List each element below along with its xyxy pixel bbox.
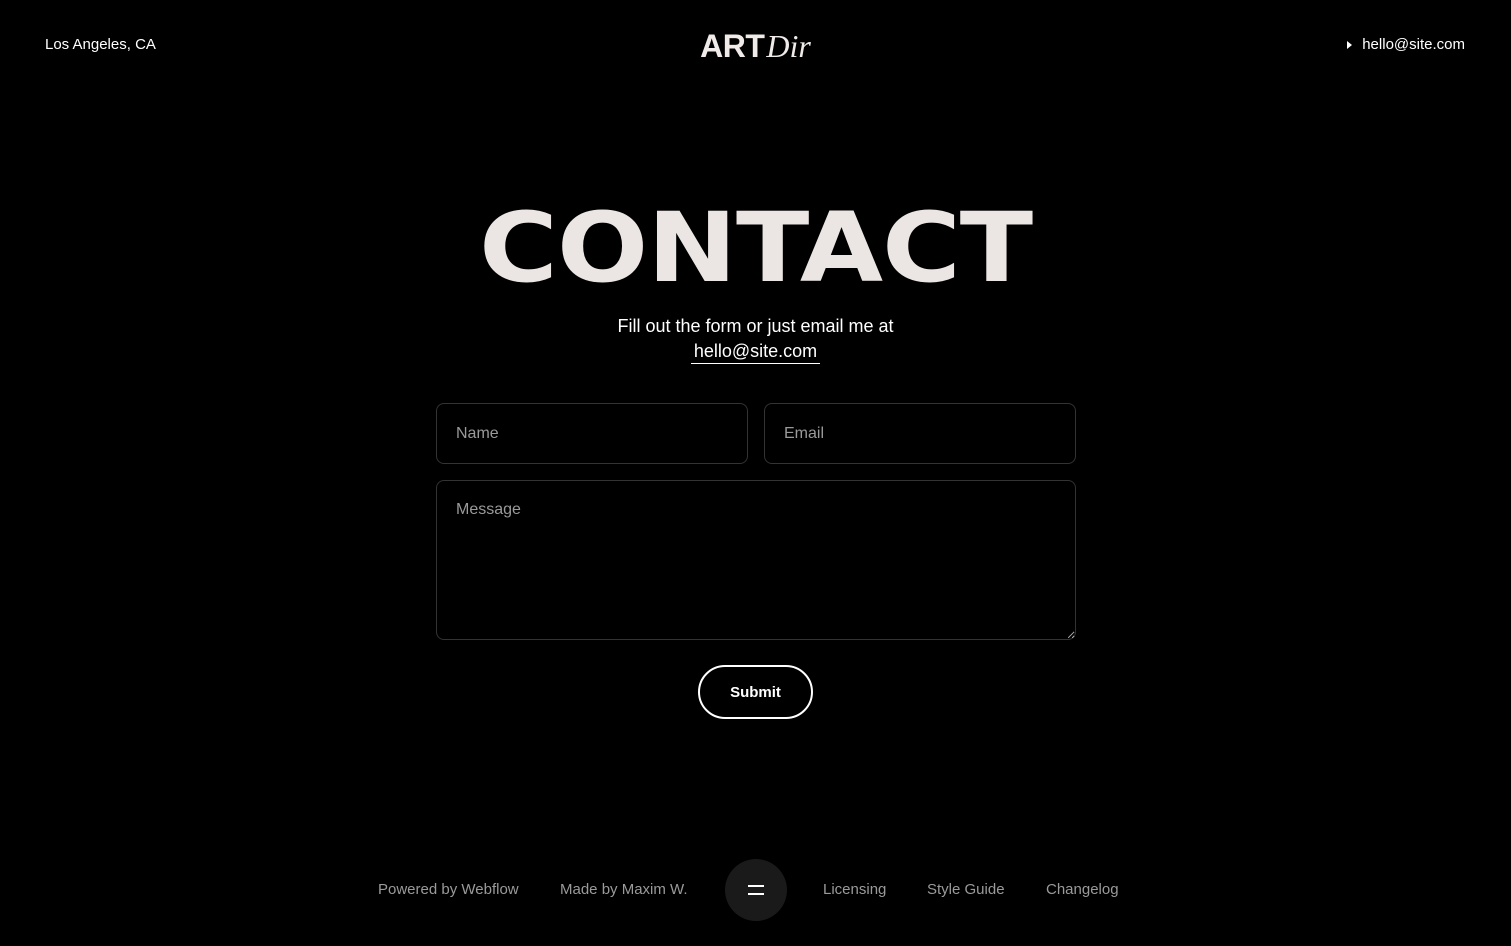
menu-icon [748,885,764,887]
email-field[interactable] [764,403,1076,464]
page-title: CONTACT [479,192,1033,304]
logo-primary: ART [700,28,765,64]
site-logo[interactable]: ARTDir [0,26,1511,66]
made-by-link[interactable]: Made by Maxim W. [560,880,688,900]
logo-secondary: Dir [766,28,811,64]
changelog-link[interactable]: Changelog [1046,880,1119,900]
menu-icon-bar [748,893,764,895]
hero-email-link[interactable]: hello@site.com [691,339,820,364]
hero-subtitle: Fill out the form or just email me at [617,316,894,336]
message-field[interactable] [436,480,1076,640]
header-email-label: hello@site.com [1362,36,1465,53]
licensing-link[interactable]: Licensing [823,880,886,900]
submit-button[interactable]: Submit [698,665,813,719]
name-field[interactable] [436,403,748,464]
powered-by-link[interactable]: Powered by Webflow [378,880,519,900]
menu-button[interactable] [725,859,787,921]
header-email-link[interactable]: hello@site.com [1347,36,1465,53]
style-guide-link[interactable]: Style Guide [927,880,1005,900]
triangle-right-icon [1347,40,1353,49]
contact-page: Los Angeles, CA ARTDir hello@site.com CO… [0,0,1511,946]
